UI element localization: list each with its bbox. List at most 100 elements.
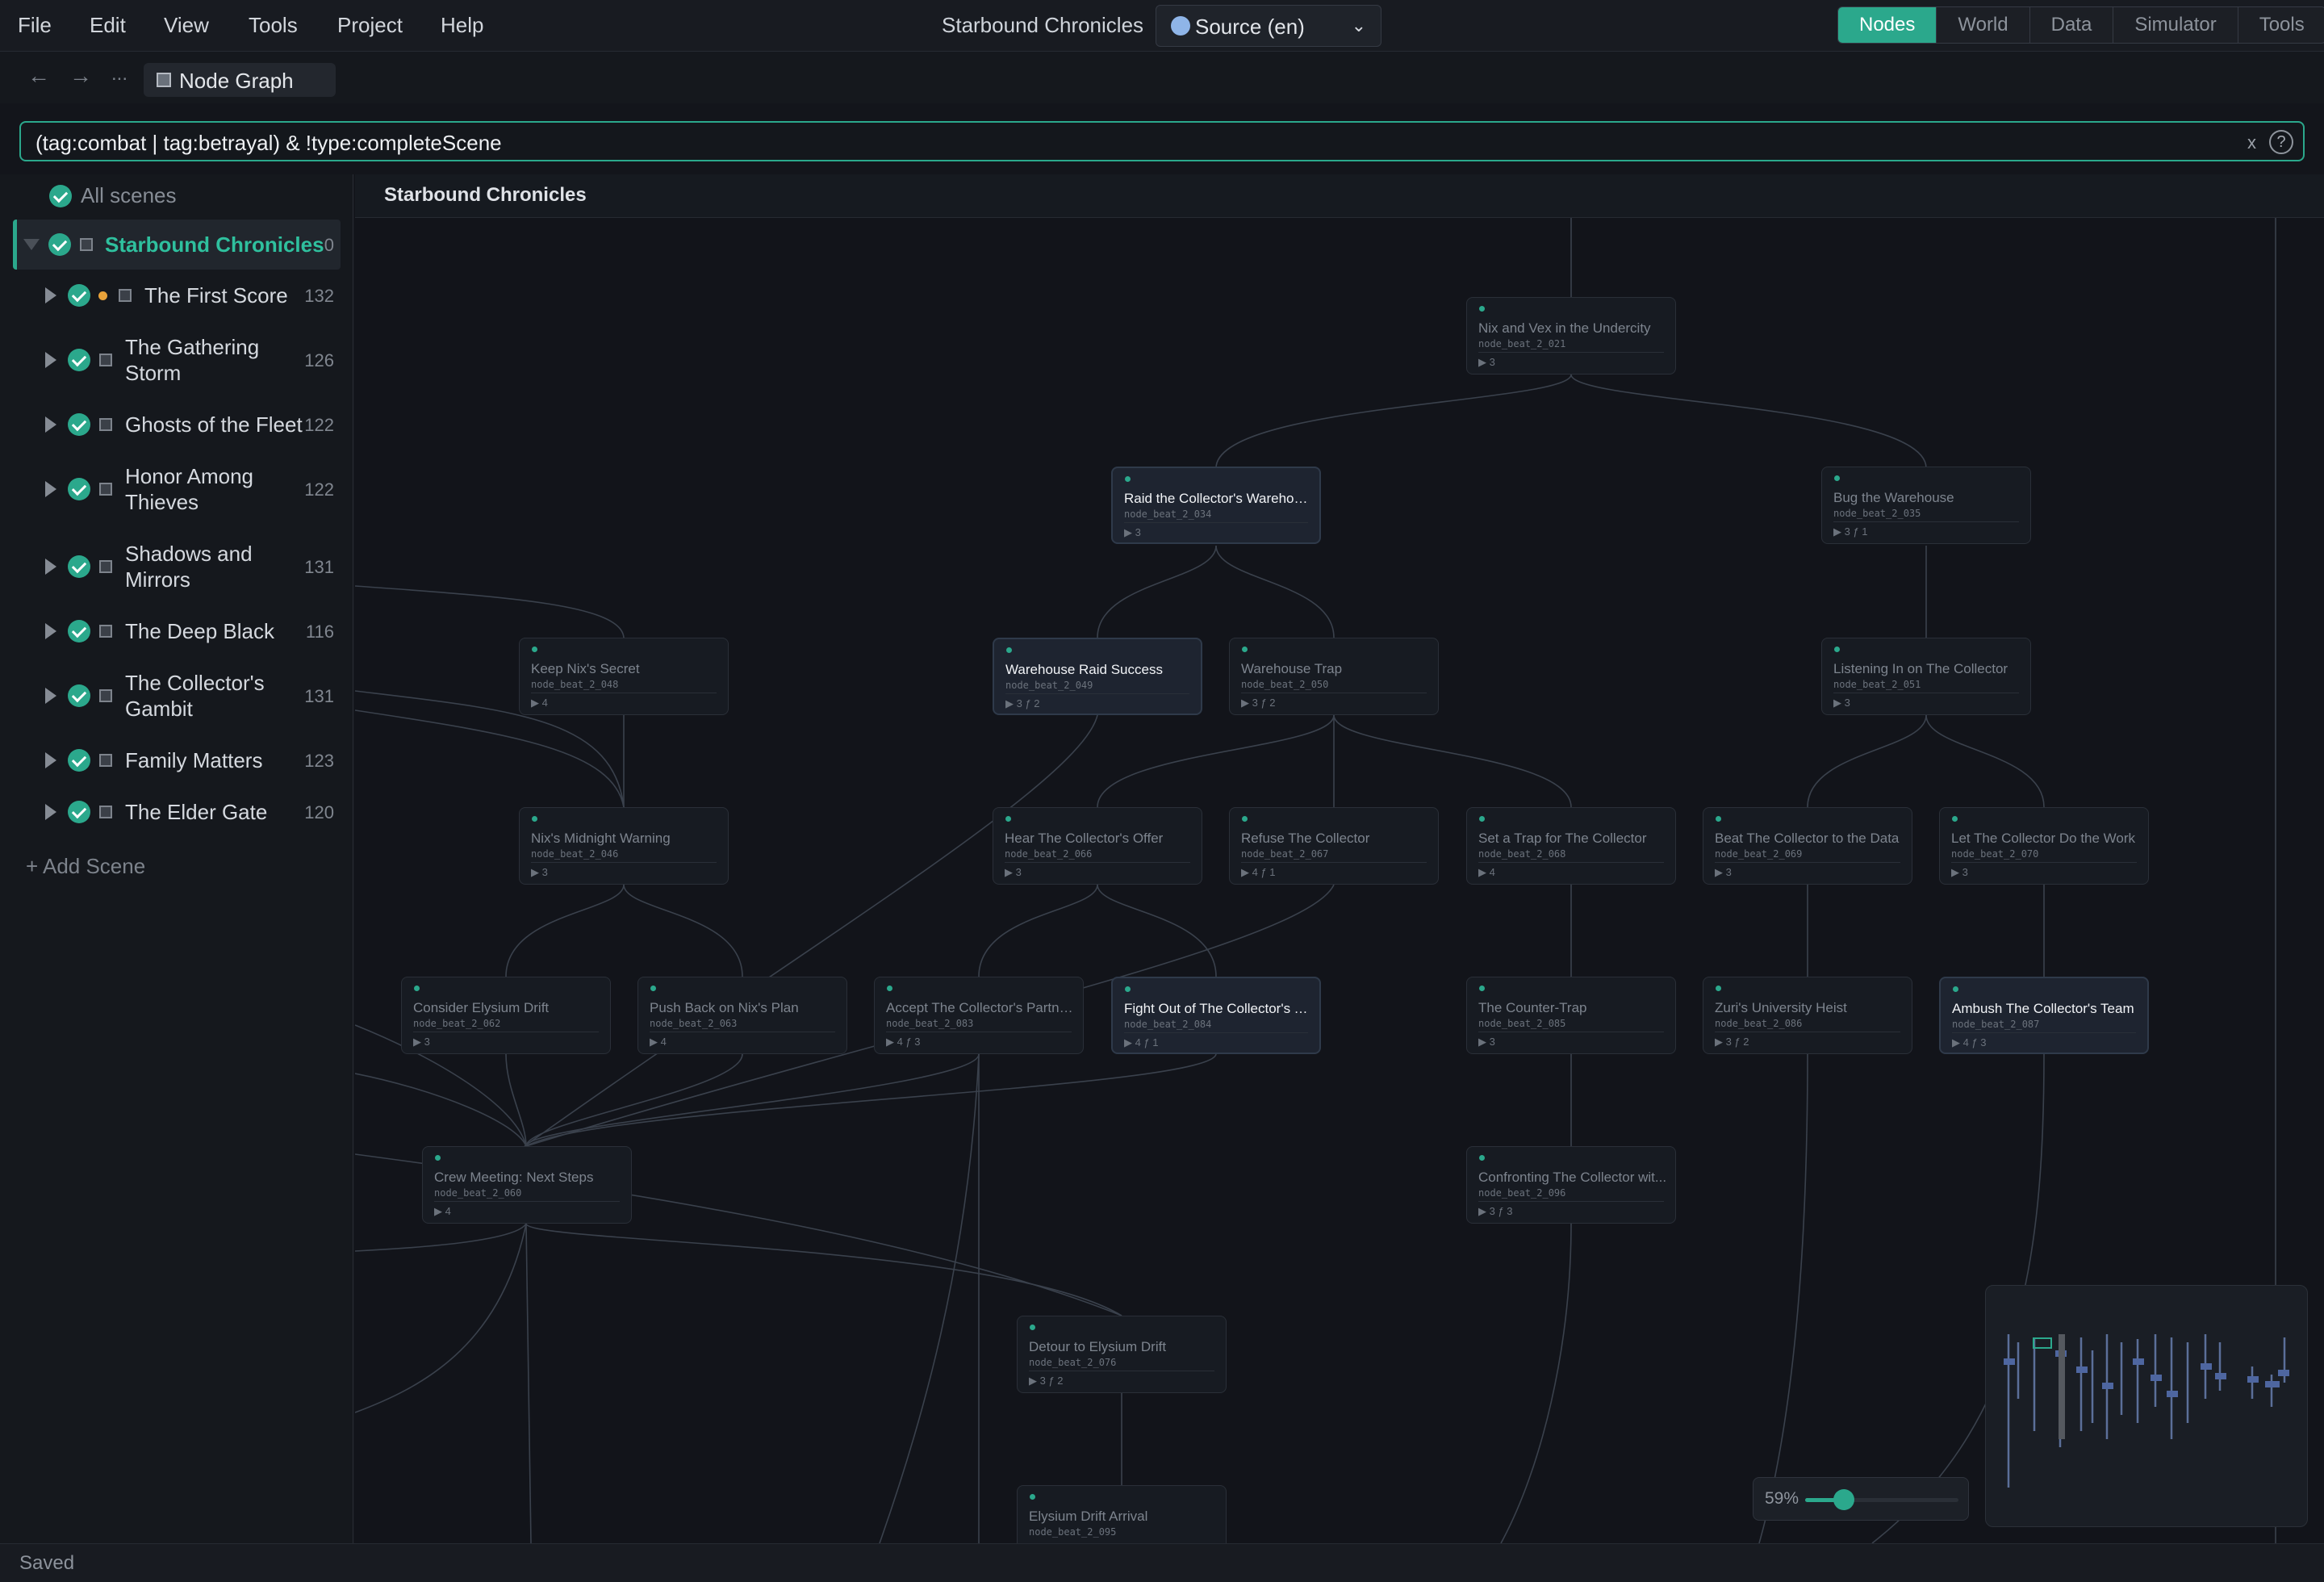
tab-world[interactable]: World [1937, 7, 2030, 43]
node-divider [1951, 862, 2137, 863]
graph-node[interactable]: Keep Nix's Secret node_beat_2_048 ▶ 4 [519, 638, 729, 715]
graph-node[interactable]: Confronting The Collector wit... node_be… [1466, 1146, 1676, 1224]
scene-label[interactable]: The Elder Gate [125, 799, 267, 825]
scene-label[interactable]: The Collector's Gambit [125, 670, 286, 722]
menu-help[interactable]: Help [441, 13, 483, 38]
scene-checkbox[interactable] [68, 620, 90, 642]
add-scene-button[interactable]: + Add Scene [26, 854, 145, 879]
scene-checkbox[interactable] [68, 349, 90, 371]
scene-label[interactable]: The Gathering Storm [125, 334, 286, 386]
breadcrumb-node-graph[interactable]: Node Graph [144, 63, 336, 97]
node-status-dot-icon [1005, 816, 1011, 822]
graph-node[interactable]: Raid the Collector's Warehouse node_beat… [1111, 467, 1321, 544]
save-status: Saved [19, 1552, 75, 1574]
scene-label[interactable]: Honor Among Thieves [125, 463, 286, 515]
minimap[interactable] [1985, 1285, 2308, 1527]
graph-node[interactable]: Warehouse Trap node_beat_2_050 ▶ 3 ƒ 2 [1229, 638, 1439, 715]
zoom-slider-thumb[interactable] [1833, 1489, 1854, 1510]
graph-node[interactable]: Detour to Elysium Drift node_beat_2_076 … [1017, 1316, 1227, 1393]
tab-tools[interactable]: Tools [2238, 7, 2324, 43]
graph-node[interactable]: Zuri's University Heist node_beat_2_086 … [1703, 977, 1912, 1054]
node-title: Elysium Drift Arrival [1029, 1509, 1148, 1524]
scene-checkbox[interactable] [68, 413, 90, 436]
zoom-slider[interactable] [1805, 1489, 1958, 1510]
graph-node[interactable]: Listening In on The Collector node_beat_… [1821, 638, 2031, 715]
scene-checkbox[interactable] [68, 749, 90, 772]
node-meta: ▶ 4 [434, 1205, 451, 1217]
menu-file[interactable]: File [18, 13, 52, 38]
expand-icon[interactable] [45, 559, 56, 575]
expand-icon[interactable] [45, 287, 56, 303]
root-scene-count: 0 [324, 235, 334, 255]
scene-checkbox[interactable] [68, 478, 90, 500]
expand-icon[interactable] [45, 352, 56, 368]
scene-count: 132 [304, 286, 334, 306]
graph-node[interactable]: Ambush The Collector's Team node_beat_2_… [1939, 977, 2149, 1054]
scene-count: 122 [304, 479, 334, 500]
tab-simulator[interactable]: Simulator [2113, 7, 2238, 43]
language-select[interactable]: Source (en) ⌄ [1156, 5, 1381, 47]
forward-arrow-icon[interactable]: → [69, 63, 92, 89]
tab-data[interactable]: Data [2030, 7, 2114, 43]
graph-node[interactable]: Push Back on Nix's Plan node_beat_2_063 … [637, 977, 847, 1054]
node-status-dot-icon [1006, 647, 1012, 653]
expand-icon[interactable] [45, 804, 56, 820]
graph-node[interactable]: Hear The Collector's Offer node_beat_2_0… [993, 807, 1202, 885]
graph-node[interactable]: The Counter-Trap node_beat_2_085 ▶ 3 [1466, 977, 1676, 1054]
language-select-value: Source (en) [1195, 15, 1305, 39]
graph-node[interactable]: Set a Trap for The Collector node_beat_2… [1466, 807, 1676, 885]
expand-icon[interactable] [45, 688, 56, 704]
minimap-viewport[interactable] [2033, 1337, 2052, 1349]
scene-checkbox[interactable] [68, 555, 90, 578]
scene-checkbox[interactable] [68, 684, 90, 707]
node-id: node_beat_2_062 [413, 1018, 501, 1029]
menu-edit[interactable]: Edit [90, 13, 126, 38]
scene-count: 120 [304, 802, 334, 822]
graph-node[interactable]: Bug the Warehouse node_beat_2_035 ▶ 3 ƒ … [1821, 467, 2031, 544]
node-divider [1241, 862, 1427, 863]
graph-node[interactable]: Elysium Drift Arrival node_beat_2_095 [1017, 1485, 1227, 1543]
graph-node[interactable]: Nix and Vex in the Undercity node_beat_2… [1466, 297, 1676, 375]
node-status-dot-icon [887, 986, 892, 991]
all-scenes-label: All scenes [81, 183, 177, 207]
node-meta: ▶ 4 [1478, 866, 1495, 878]
expand-icon[interactable] [45, 623, 56, 639]
collapse-icon[interactable] [23, 239, 40, 250]
canvas-header: Starbound Chronicles [355, 174, 2324, 218]
root-checkbox[interactable] [48, 233, 71, 256]
scene-label[interactable]: The First Score [144, 282, 288, 308]
node-title: Keep Nix's Secret [531, 661, 640, 676]
node-title: Refuse The Collector [1241, 831, 1370, 846]
back-arrow-icon[interactable]: ← [27, 63, 50, 89]
all-scenes-checkbox[interactable] [49, 185, 72, 207]
expand-icon[interactable] [45, 481, 56, 497]
graph-node[interactable]: Beat The Collector to the Data node_beat… [1703, 807, 1912, 885]
graph-node[interactable]: Refuse The Collector node_beat_2_067 ▶ 4… [1229, 807, 1439, 885]
graph-node[interactable]: Let The Collector Do the Work node_beat_… [1939, 807, 2149, 885]
scene-label[interactable]: The Deep Black [125, 618, 274, 644]
filter-input[interactable]: (tag:combat | tag:betrayal) & !type:comp… [19, 121, 2305, 161]
graph-node[interactable]: Warehouse Raid Success node_beat_2_049 ▶… [993, 638, 1202, 715]
scene-checkbox[interactable] [68, 284, 90, 307]
expand-icon[interactable] [45, 752, 56, 768]
graph-node[interactable]: Accept The Collector's Partne... node_be… [874, 977, 1084, 1054]
node-id: node_beat_2_060 [434, 1187, 522, 1199]
tab-nodes[interactable]: Nodes [1838, 7, 1937, 43]
graph-node[interactable]: Consider Elysium Drift node_beat_2_062 ▶… [401, 977, 611, 1054]
expand-icon[interactable] [45, 416, 56, 433]
help-icon[interactable]: ? [2269, 130, 2293, 154]
scene-label[interactable]: Shadows and Mirrors [125, 541, 286, 592]
scene-label[interactable]: Ghosts of the Fleet [125, 412, 303, 437]
menu-project[interactable]: Project [337, 13, 403, 38]
scene-checkbox[interactable] [68, 801, 90, 823]
zoom-control: 59% [1753, 1477, 1969, 1521]
menu-view[interactable]: View [164, 13, 209, 38]
graph-node[interactable]: Crew Meeting: Next Steps node_beat_2_060… [422, 1146, 632, 1224]
clear-filter-button[interactable]: x [2247, 132, 2256, 153]
menu-tools[interactable]: Tools [249, 13, 298, 38]
scene-label[interactable]: Family Matters [125, 747, 262, 773]
node-meta: ▶ 3 [1951, 866, 1968, 878]
breadcrumb-more[interactable]: ... [111, 63, 127, 86]
graph-node[interactable]: Fight Out of The Collector's Tr... node_… [1111, 977, 1321, 1054]
graph-node[interactable]: Nix's Midnight Warning node_beat_2_046 ▶… [519, 807, 729, 885]
